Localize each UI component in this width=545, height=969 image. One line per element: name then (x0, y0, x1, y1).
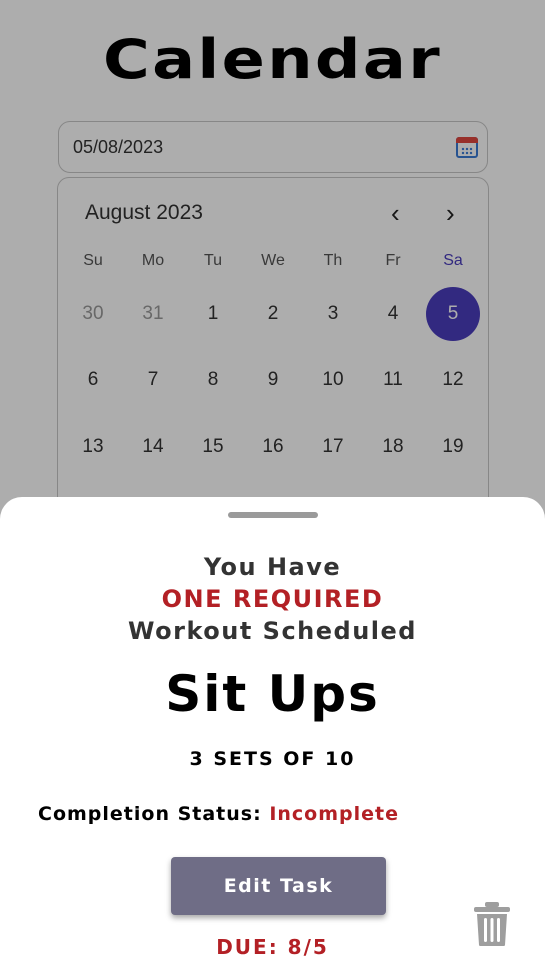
workout-sets: 3 SETS OF 10 (189, 748, 356, 770)
required-label: ONE REQUIRED (161, 585, 384, 613)
status-value: Incomplete (269, 803, 400, 825)
completion-status: Completion Status: Incomplete (38, 803, 399, 825)
due-date: DUE: 8/5 (216, 935, 329, 959)
status-label: Completion Status: (38, 803, 262, 825)
workout-bottom-sheet: You Have ONE REQUIRED Workout Scheduled … (0, 497, 545, 969)
workout-name: Sit Ups (165, 665, 380, 723)
sheet-heading-line1: You Have (203, 553, 342, 581)
edit-task-button[interactable]: Edit Task (171, 857, 386, 915)
sheet-drag-handle[interactable] (228, 512, 318, 518)
sheet-heading-line3: Workout Scheduled (128, 617, 417, 645)
